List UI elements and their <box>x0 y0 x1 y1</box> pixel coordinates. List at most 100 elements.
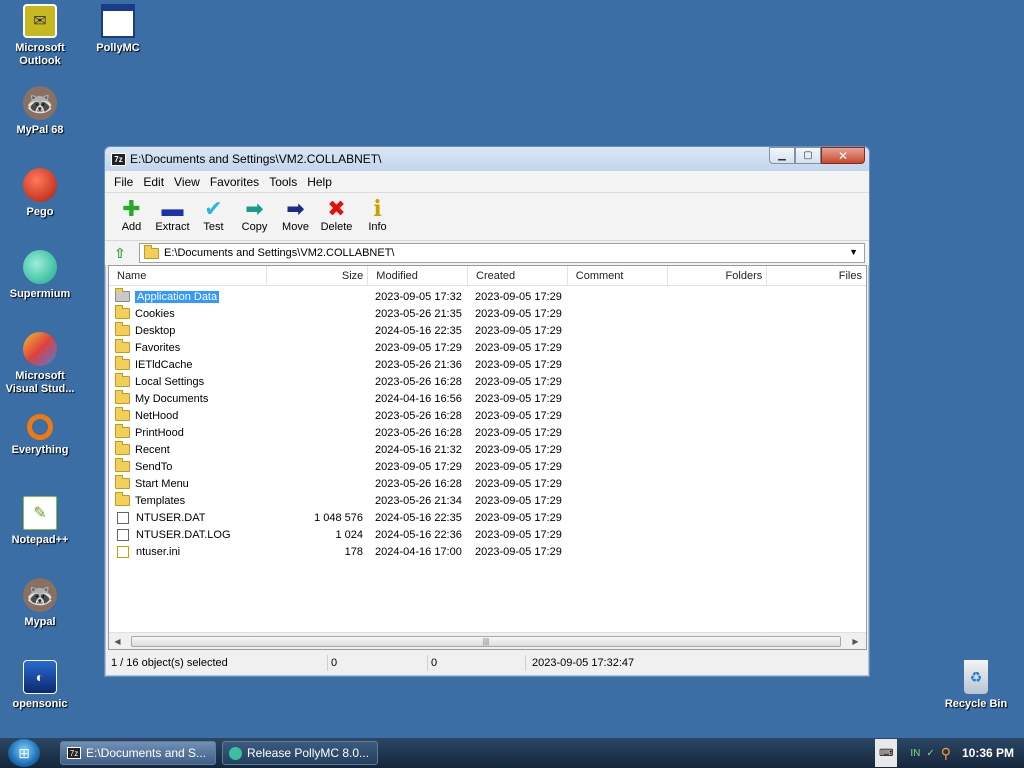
file-modified: 2023-05-26 16:28 <box>375 409 462 422</box>
table-row[interactable]: My Documents 2024-04-16 16:56 2023-09-05… <box>109 390 866 407</box>
file-icon <box>117 511 129 524</box>
red-ball-icon <box>23 168 57 202</box>
menu-favorites[interactable]: Favorites <box>205 175 264 189</box>
table-row[interactable]: Cookies 2023-05-26 21:35 2023-09-05 17:2… <box>109 305 866 322</box>
menu-edit[interactable]: Edit <box>138 175 169 189</box>
desktop-icon-mypal[interactable]: 🦝 Mypal <box>0 578 80 629</box>
raccoon-icon: 🦝 <box>23 86 57 120</box>
table-row[interactable]: IETldCache 2023-05-26 21:36 2023-09-05 1… <box>109 356 866 373</box>
address-text: E:\Documents and Settings\VM2.COLLABNET\ <box>164 247 395 259</box>
desktop-icon-outlook[interactable]: ✉ Microsoft Outlook <box>0 4 80 68</box>
move-button[interactable]: ➡ Move <box>275 196 316 233</box>
desktop-icon-recycle-bin[interactable]: ♻ Recycle Bin <box>936 660 1016 711</box>
desktop-icon-pollymc[interactable]: PollyMC <box>78 4 158 55</box>
taskbar-button-7zip[interactable]: 7z E:\Documents and S... <box>60 741 216 765</box>
file-name: PrintHood <box>135 426 184 439</box>
copy-arrow-icon: ➡ <box>245 196 264 221</box>
file-created: 2023-09-05 17:29 <box>475 409 562 422</box>
desktop-icon-label: Recycle Bin <box>944 698 1008 710</box>
language-indicator[interactable]: IN <box>910 748 920 759</box>
maximize-button[interactable]: ▢ <box>795 147 821 164</box>
column-files[interactable]: Files <box>767 266 866 285</box>
clock[interactable]: 10:36 PM <box>962 746 1014 760</box>
desktop-icon-supermium[interactable]: Supermium <box>0 250 80 301</box>
file-modified: 2024-05-16 22:35 <box>375 511 462 524</box>
table-row[interactable]: NTUSER.DAT 1 048 576 2024-05-16 22:35 20… <box>109 509 866 526</box>
title-bar[interactable]: 7z E:\Documents and Settings\VM2.COLLABN… <box>105 147 869 171</box>
file-list: Name Size Modified Created Comment Folde… <box>108 265 867 650</box>
desktop-icon-opensonic[interactable]: ◐ opensonic <box>0 660 80 711</box>
tool-label: Test <box>203 221 224 233</box>
window-controls: ▁ ▢ ✕ <box>769 147 865 164</box>
close-button[interactable]: ✕ <box>821 147 865 164</box>
column-folders[interactable]: Folders <box>668 266 768 285</box>
desktop-icon-visual-studio[interactable]: Microsoft Visual Stud... <box>0 332 80 396</box>
table-row[interactable]: PrintHood 2023-05-26 16:28 2023-09-05 17… <box>109 424 866 441</box>
table-row[interactable]: NetHood 2023-05-26 16:28 2023-09-05 17:2… <box>109 407 866 424</box>
copy-button[interactable]: ➡ Copy <box>234 196 275 233</box>
desktop-icon-notepadpp[interactable]: ✎ Notepad++ <box>0 496 80 547</box>
table-row[interactable]: Application Data 2023-09-05 17:32 2023-0… <box>109 288 866 305</box>
column-comment[interactable]: Comment <box>568 266 668 285</box>
search-icon[interactable]: ⚲ <box>941 745 951 762</box>
file-created: 2023-09-05 17:29 <box>475 477 562 490</box>
table-row[interactable]: Local Settings 2023-05-26 16:28 2023-09-… <box>109 373 866 390</box>
table-row[interactable]: ntuser.ini 178 2024-04-16 17:00 2023-09-… <box>109 543 866 560</box>
scroll-left-icon[interactable]: ◀ <box>109 637 126 646</box>
menu-tools[interactable]: Tools <box>264 175 302 189</box>
scroll-right-icon[interactable]: ▶ <box>847 637 864 646</box>
tool-label: Add <box>121 221 142 233</box>
status-bar: 1 / 16 object(s) selected 0 0 2023-09-05… <box>108 653 867 673</box>
window-icon <box>101 4 135 38</box>
file-name: Application Data <box>135 290 220 303</box>
taskbar-button-browser[interactable]: Release PollyMC 8.0... <box>222 741 378 765</box>
address-input[interactable]: E:\Documents and Settings\VM2.COLLABNET\… <box>139 243 865 263</box>
scroll-thumb[interactable]: ||| <box>131 635 841 647</box>
menu-file[interactable]: File <box>109 175 138 189</box>
table-row[interactable]: Start Menu 2023-05-26 16:28 2023-09-05 1… <box>109 475 866 492</box>
delete-button[interactable]: ✖ Delete <box>316 196 357 233</box>
extract-button[interactable]: ▬ Extract <box>152 196 193 233</box>
raccoon-icon: 🦝 <box>23 578 57 612</box>
column-modified[interactable]: Modified <box>368 266 469 285</box>
keyboard-icon[interactable]: ⌨ <box>875 739 898 767</box>
system-tray: ⌨ IN ✓ ⚲ 10:36 PM <box>875 738 1024 768</box>
info-button[interactable]: i Info <box>357 196 398 233</box>
desktop-icon-pego[interactable]: Pego <box>0 168 80 219</box>
desktop-icon-label: Mypal <box>24 616 56 628</box>
file-name: ntuser.ini <box>136 545 181 558</box>
test-button[interactable]: ✔ Test <box>193 196 234 233</box>
file-name: Favorites <box>135 341 181 354</box>
file-name: Desktop <box>135 324 176 337</box>
file-modified: 2023-09-05 17:29 <box>375 341 462 354</box>
column-name[interactable]: Name <box>109 266 267 285</box>
table-row[interactable]: Favorites 2023-09-05 17:29 2023-09-05 17… <box>109 339 866 356</box>
menu-view[interactable]: View <box>169 175 205 189</box>
opensonic-icon: ◐ <box>23 660 57 694</box>
table-row[interactable]: SendTo 2023-09-05 17:29 2023-09-05 17:29 <box>109 458 866 475</box>
file-created: 2023-09-05 17:29 <box>475 307 562 320</box>
folder-icon <box>115 441 130 455</box>
file-name: Cookies <box>135 307 175 320</box>
network-icon[interactable]: ✓ <box>926 748 934 759</box>
folder-icon <box>115 339 130 353</box>
horizontal-scrollbar[interactable]: ◀ ||| ▶ <box>109 632 866 649</box>
file-created: 2023-09-05 17:29 <box>475 443 562 456</box>
table-row[interactable]: Templates 2023-05-26 21:34 2023-09-05 17… <box>109 492 866 509</box>
desktop-icon-everything[interactable]: Everything <box>0 414 80 457</box>
file-modified: 2024-04-16 16:56 <box>375 392 462 405</box>
add-button[interactable]: ✚ Add <box>111 196 152 233</box>
column-size[interactable]: Size <box>267 266 369 285</box>
desktop-icon-mypal68[interactable]: 🦝 MyPal 68 <box>0 86 80 137</box>
file-name: SendTo <box>135 460 173 473</box>
table-row[interactable]: Desktop 2024-05-16 22:35 2023-09-05 17:2… <box>109 322 866 339</box>
table-row[interactable]: Recent 2024-05-16 21:32 2023-09-05 17:29 <box>109 441 866 458</box>
chevron-down-icon[interactable]: ▼ <box>849 247 858 257</box>
start-button[interactable]: ⊞ <box>8 739 40 767</box>
up-folder-button[interactable]: ⇧ <box>109 243 131 263</box>
minimize-button[interactable]: ▁ <box>769 147 795 164</box>
table-row[interactable]: NTUSER.DAT.LOG 1 024 2024-05-16 22:36 20… <box>109 526 866 543</box>
menu-help[interactable]: Help <box>302 175 337 189</box>
column-created[interactable]: Created <box>468 266 568 285</box>
tool-label: Delete <box>320 221 353 233</box>
